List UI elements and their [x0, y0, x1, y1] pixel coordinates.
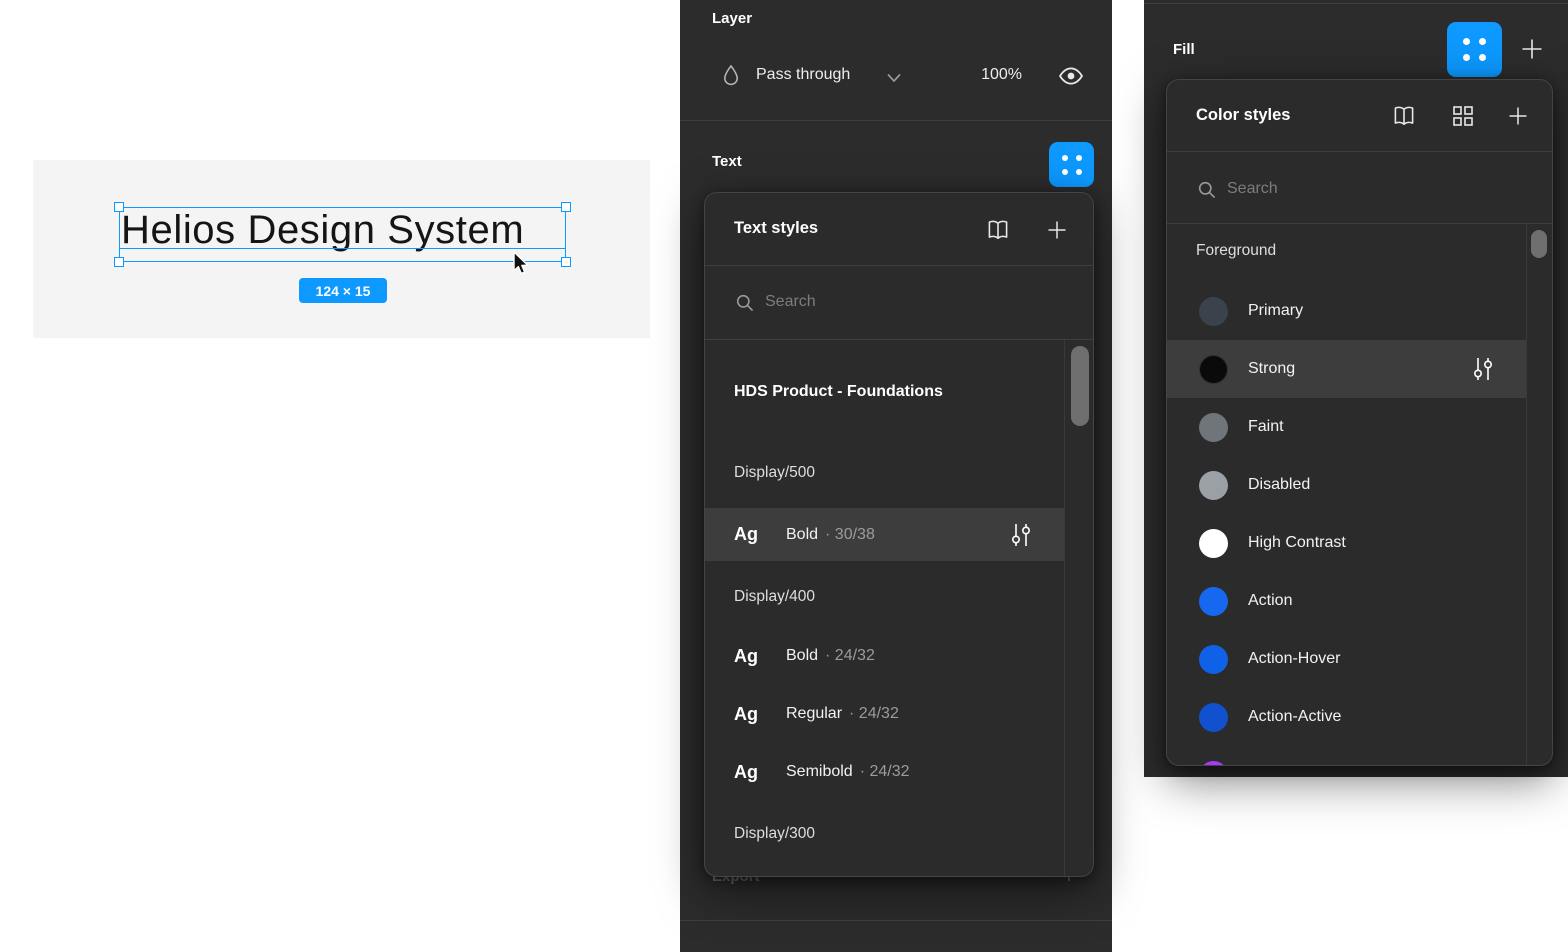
style-sample: Ag	[734, 704, 786, 725]
selection-handle-bottom-right[interactable]	[561, 257, 571, 267]
add-color-style-button[interactable]	[1504, 102, 1532, 130]
mouse-cursor-icon	[508, 250, 534, 278]
text-style-row[interactable]: Ag Bold · 30/38	[705, 508, 1064, 561]
fill-section-title: Fill	[1173, 41, 1195, 58]
search-icon	[1196, 179, 1218, 201]
text-styles-scrollbar[interactable]	[1071, 346, 1089, 426]
color-swatch	[1199, 703, 1228, 732]
color-style-row[interactable]: Action-Hover	[1167, 630, 1526, 688]
style-sample: Ag	[734, 524, 786, 545]
book-icon	[985, 218, 1011, 242]
chevron-down-icon[interactable]	[886, 72, 902, 84]
style-group-label: Display/400	[734, 588, 815, 606]
plus-icon	[1046, 219, 1068, 241]
color-styles-scrollbar[interactable]	[1531, 230, 1547, 258]
fill-properties-panel: Fill Color styles	[1144, 0, 1568, 777]
text-styles-popup: Text styles HDS Product - Foundations	[704, 192, 1094, 877]
blend-mode-select[interactable]: Pass through	[756, 66, 850, 84]
text-styles-popup-title: Text styles	[734, 219, 818, 238]
style-sample: Ag	[734, 646, 786, 667]
color-swatch	[1199, 587, 1228, 616]
grid-icon	[1451, 104, 1475, 128]
style-library-name: HDS Product - Foundations	[734, 383, 943, 401]
color-swatch	[1199, 529, 1228, 558]
text-style-row[interactable]: Ag Semibold · 24/32	[705, 743, 1064, 801]
color-style-row[interactable]: Primary	[1167, 282, 1526, 340]
style-library-button[interactable]	[1390, 102, 1418, 130]
fill-style-applied-button[interactable]	[1447, 22, 1502, 77]
grid-view-button[interactable]	[1449, 102, 1477, 130]
layer-section-title: Layer	[712, 10, 752, 27]
add-fill-button[interactable]	[1520, 37, 1544, 61]
blend-mode-row: Pass through 100%	[680, 52, 1112, 100]
color-style-row[interactable]: Action-Active	[1167, 688, 1526, 746]
style-sample: Ag	[734, 762, 786, 783]
color-style-row[interactable]: Strong	[1167, 340, 1526, 398]
color-swatch	[1199, 355, 1228, 384]
size-badge: 124 × 15	[299, 278, 387, 303]
color-group-label: Foreground	[1196, 242, 1276, 260]
text-style-row[interactable]: Ag Bold · 24/32	[705, 627, 1064, 685]
add-text-style-button[interactable]	[1043, 216, 1071, 244]
color-swatch	[1199, 471, 1228, 500]
text-style-applied-button[interactable]	[1049, 142, 1094, 187]
color-styles-popup: Color styles	[1166, 79, 1553, 766]
color-swatch	[1199, 297, 1228, 326]
selection-handle-top-left[interactable]	[114, 202, 124, 212]
style-group-label: Display/500	[734, 464, 815, 482]
droplet-icon	[720, 63, 742, 89]
layer-opacity-value[interactable]: 100%	[964, 66, 1022, 84]
color-swatch	[1199, 761, 1228, 767]
color-style-row[interactable]: High Contrast	[1167, 514, 1526, 572]
color-style-row[interactable]: Action	[1167, 572, 1526, 630]
text-style-row[interactable]: Ag Regular · 24/32	[705, 685, 1064, 743]
style-library-button[interactable]	[984, 216, 1012, 244]
color-style-row[interactable]: Highlight	[1167, 746, 1526, 766]
app-root: Helios Design System 124 × 15 Layer Pass…	[0, 0, 1568, 952]
layer-properties-panel: Layer Pass through 100% Text Export +	[680, 0, 1112, 952]
text-baseline-indicator	[119, 248, 566, 249]
selection-handle-top-right[interactable]	[561, 202, 571, 212]
sliders-icon[interactable]	[1009, 522, 1033, 548]
text-section-title: Text	[712, 153, 742, 170]
sliders-icon[interactable]	[1471, 356, 1495, 382]
text-styles-search-input[interactable]	[765, 293, 1005, 311]
color-swatch	[1199, 413, 1228, 442]
color-swatch	[1199, 645, 1228, 674]
selection-handle-bottom-left[interactable]	[114, 257, 124, 267]
selection-bounding-box	[119, 207, 566, 262]
eye-icon[interactable]	[1058, 65, 1084, 87]
color-style-row[interactable]: Faint	[1167, 398, 1526, 456]
book-icon	[1391, 104, 1417, 128]
style-group-label: Display/300	[734, 825, 815, 843]
color-style-row[interactable]: Disabled	[1167, 456, 1526, 514]
plus-icon	[1507, 105, 1529, 127]
search-icon	[734, 292, 756, 314]
color-styles-search-input[interactable]	[1227, 180, 1467, 198]
color-styles-popup-title: Color styles	[1196, 106, 1290, 125]
